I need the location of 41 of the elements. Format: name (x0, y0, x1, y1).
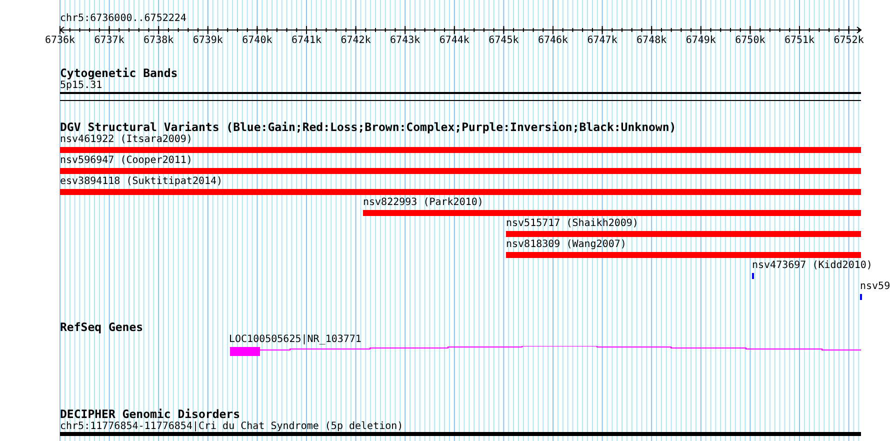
tick-label: 6740k (242, 35, 272, 47)
tick-label: 6749k (686, 35, 716, 47)
tick-label: 6752k (834, 35, 864, 47)
variant-label: nsv818309 (Wang2007) (506, 239, 626, 251)
variant-label: nsv59 (860, 281, 890, 293)
disorder-label: chr5:11776854-11776854|Cri du Chat Syndrome (5p deletion) (60, 421, 404, 432)
tick-label: 6750k (735, 35, 766, 47)
variant-label: esv3894118 (Suktitipat2014) (60, 176, 223, 188)
region-title: chr5:6736000..6752224 (60, 13, 188, 25)
track-title: RefSeq Genes (60, 321, 144, 334)
variant-bar[interactable] (60, 189, 861, 195)
tick-label: 6748k (636, 35, 667, 47)
variant-bar[interactable] (60, 147, 861, 153)
tick-label: 6751k (784, 35, 815, 47)
tick-label: 6747k (587, 35, 618, 47)
track-title: Cytogenetic Bands (60, 67, 178, 80)
variant-label: nsv596947 (Cooper2011) (60, 155, 192, 167)
tick-label: 6745k (488, 35, 519, 47)
track-title: DECIPHER Genomic Disorders (60, 408, 240, 421)
variant-bar[interactable] (506, 252, 861, 258)
tick-label: 6746k (538, 35, 568, 47)
tick-label: 6744k (439, 35, 470, 47)
tick-label: 6738k (144, 35, 174, 47)
band-label: 5p15.31 (60, 80, 104, 92)
tick-label: 6743k (390, 35, 420, 47)
variant-bar[interactable] (363, 210, 861, 216)
tick-label: 6741k (291, 35, 322, 47)
gene-label: LOC100505625|NR_103771 (229, 334, 362, 346)
variant-bar[interactable] (506, 231, 861, 237)
gene-model[interactable] (230, 346, 862, 356)
variant-label: nsv515717 (Shaikh2009) (506, 218, 638, 230)
disorder-bar[interactable] (60, 432, 861, 436)
variant-label: nsv461922 (Itsara2009) (60, 134, 192, 146)
tick-label: 6736k (44, 35, 76, 47)
tick-label: 6742k (340, 35, 371, 47)
variant-label: nsv473697 (Kidd2010) (752, 260, 872, 272)
variant-label: nsv822993 (Park2010) (363, 197, 484, 209)
tick-label: 6737k (94, 35, 124, 47)
track-title: DGV Structural Variants (Blue:Gain;Red:Loss;Brown:Complex;Purple:Inversion;Black:Unknown) (60, 121, 676, 134)
tick-label: 6739k (192, 35, 223, 47)
variant-bar[interactable] (60, 168, 861, 174)
